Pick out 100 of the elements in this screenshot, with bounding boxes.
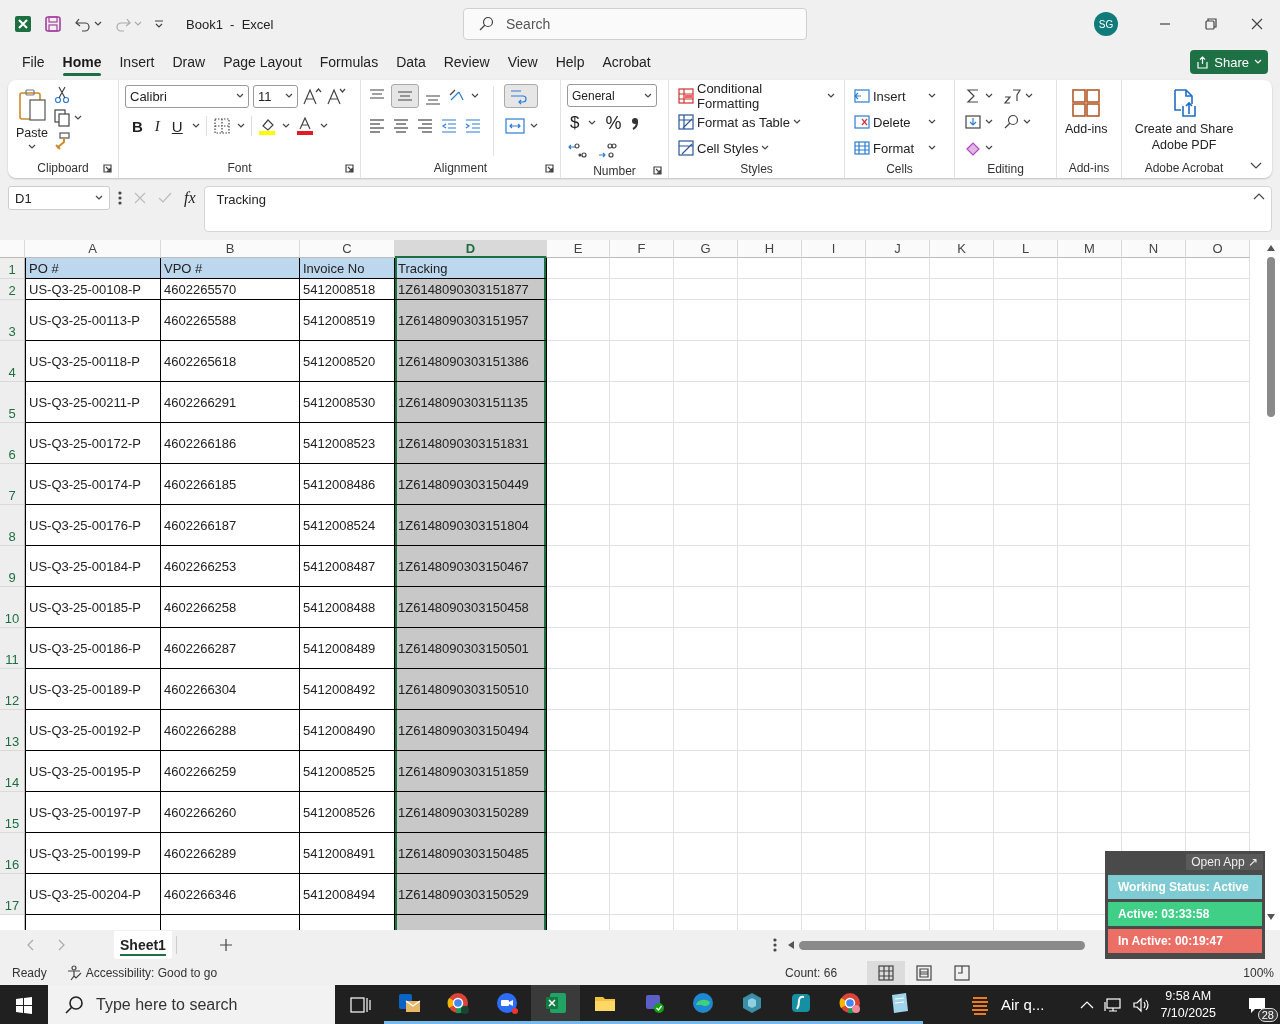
font-color-icon[interactable] xyxy=(295,117,314,135)
undo-icon[interactable] xyxy=(74,16,92,32)
caret-icon[interactable] xyxy=(285,93,293,99)
decrease-decimal-icon[interactable] xyxy=(597,142,617,160)
column-header[interactable]: C xyxy=(300,240,395,258)
add-ins-button[interactable]: Add-ins xyxy=(1063,84,1110,158)
avatar[interactable]: SG xyxy=(1094,12,1118,36)
caret-icon[interactable] xyxy=(530,123,538,129)
zoom-level[interactable]: 100% xyxy=(1243,965,1274,980)
fill-color-icon[interactable] xyxy=(257,117,276,135)
menu-tab[interactable]: Insert xyxy=(110,48,164,76)
row-header[interactable]: 10 xyxy=(0,587,25,628)
align-left-icon[interactable] xyxy=(367,116,387,136)
row-header[interactable]: 1 xyxy=(0,258,25,279)
sort-filter-icon[interactable] xyxy=(1003,88,1021,104)
scrollbar-thumb[interactable] xyxy=(1267,257,1275,417)
row-header[interactable]: 8 xyxy=(0,505,25,546)
caret-icon[interactable] xyxy=(985,145,993,151)
caret-icon[interactable] xyxy=(471,93,479,99)
open-app-link[interactable]: Open App ↗ xyxy=(1186,854,1263,870)
create-pdf-button[interactable]: Create and Share Adobe PDF xyxy=(1128,84,1240,158)
more-options-icon[interactable] xyxy=(118,191,122,205)
excel-logo-icon[interactable] xyxy=(14,15,32,33)
column-header[interactable]: J xyxy=(866,240,930,258)
cut-icon[interactable] xyxy=(53,86,70,104)
caret-icon[interactable] xyxy=(281,123,290,129)
accessibility-icon[interactable] xyxy=(66,964,83,981)
network-icon[interactable] xyxy=(1104,996,1123,1013)
format-as-table-button[interactable]: Format as Table xyxy=(675,110,838,134)
more-options-icon[interactable] xyxy=(772,938,777,952)
collapse-icon[interactable] xyxy=(1253,192,1265,200)
save-icon[interactable] xyxy=(44,15,62,33)
caret-icon[interactable] xyxy=(928,119,936,125)
row-header[interactable]: 12 xyxy=(0,669,25,710)
font-size-dropdown[interactable]: 11 xyxy=(253,84,298,108)
volume-icon[interactable] xyxy=(1132,996,1151,1013)
column-header[interactable]: L xyxy=(994,240,1058,258)
row-header[interactable]: 7 xyxy=(0,464,25,505)
caret-icon[interactable] xyxy=(588,120,597,126)
dialog-launcher-icon[interactable] xyxy=(545,163,554,173)
mail-app-icon[interactable] xyxy=(396,991,421,1015)
collapse-ribbon-icon[interactable] xyxy=(1250,162,1262,170)
font-name-dropdown[interactable]: Calibri xyxy=(125,84,249,108)
menu-tab[interactable]: View xyxy=(498,48,547,76)
weather-text[interactable]: Air q... xyxy=(1001,996,1045,1013)
dialog-launcher-icon[interactable] xyxy=(103,163,112,173)
delete-cells-button[interactable]: Delete xyxy=(851,110,948,134)
row-header[interactable]: 9 xyxy=(0,546,25,587)
fill-icon[interactable] xyxy=(965,114,981,130)
paste-button[interactable]: Paste xyxy=(14,84,50,158)
show-hidden-icons-icon[interactable] xyxy=(1080,999,1095,1010)
decrease-font-size-icon[interactable] xyxy=(326,87,346,105)
column-header[interactable]: B xyxy=(161,240,300,258)
video-call-icon[interactable] xyxy=(494,991,519,1015)
row-header[interactable]: 4 xyxy=(0,341,25,382)
menu-tab[interactable]: Draw xyxy=(163,48,215,76)
insert-cells-button[interactable]: Insert xyxy=(851,84,948,108)
task-view-icon[interactable] xyxy=(348,994,371,1015)
caret-icon[interactable] xyxy=(644,92,652,99)
row-header[interactable]: 13 xyxy=(0,710,25,751)
align-right-icon[interactable] xyxy=(415,116,435,136)
bold-button[interactable]: B xyxy=(129,114,146,138)
column-header[interactable]: G xyxy=(674,240,738,258)
currency-button[interactable]: $ xyxy=(567,111,583,135)
clock-date[interactable]: 7/10/2025 xyxy=(1160,1004,1216,1022)
column-header[interactable]: D xyxy=(395,240,547,258)
row-header[interactable]: 15 xyxy=(0,792,25,833)
column-header[interactable]: H xyxy=(738,240,802,258)
cell-styles-button[interactable]: Cell Styles xyxy=(675,136,838,160)
caret-icon[interactable] xyxy=(28,144,36,150)
caret-icon[interactable] xyxy=(1025,93,1033,99)
row-header[interactable]: 3 xyxy=(0,300,25,341)
formula-field[interactable]: Tracking xyxy=(203,186,1272,232)
percent-button[interactable]: % xyxy=(602,111,625,135)
spreadsheet-app-icon[interactable] xyxy=(543,991,568,1015)
column-header[interactable]: E xyxy=(547,240,610,258)
web-browser-icon[interactable] xyxy=(690,991,715,1015)
eraser-icon[interactable] xyxy=(965,140,981,156)
borders-icon[interactable] xyxy=(212,117,231,135)
column-header[interactable]: O xyxy=(1186,240,1250,258)
horizontal-scrollbar[interactable] xyxy=(786,940,1085,950)
increase-decimal-icon[interactable] xyxy=(567,142,587,160)
caret-icon[interactable] xyxy=(761,145,770,151)
customize-icon[interactable] xyxy=(154,19,164,29)
caret-icon[interactable] xyxy=(827,93,835,99)
caret-icon[interactable] xyxy=(928,93,936,99)
column-header[interactable]: I xyxy=(802,240,866,258)
sheet-tab[interactable]: Sheet1 xyxy=(114,931,172,959)
dialog-launcher-icon[interactable] xyxy=(345,163,354,173)
row-header[interactable]: 5 xyxy=(0,382,25,423)
menu-tab[interactable]: File xyxy=(13,48,54,76)
caret-icon[interactable] xyxy=(236,93,244,99)
row-header[interactable]: 6 xyxy=(0,423,25,464)
format-cells-button[interactable]: Format xyxy=(851,136,948,160)
menu-tab[interactable]: Review xyxy=(434,48,499,76)
menu-tab[interactable]: Home xyxy=(53,48,111,76)
menu-tab[interactable]: Formulas xyxy=(310,48,388,76)
number-format-dropdown[interactable]: General xyxy=(567,84,657,107)
format-painter-icon[interactable] xyxy=(53,132,70,150)
caret-icon[interactable] xyxy=(928,145,936,151)
